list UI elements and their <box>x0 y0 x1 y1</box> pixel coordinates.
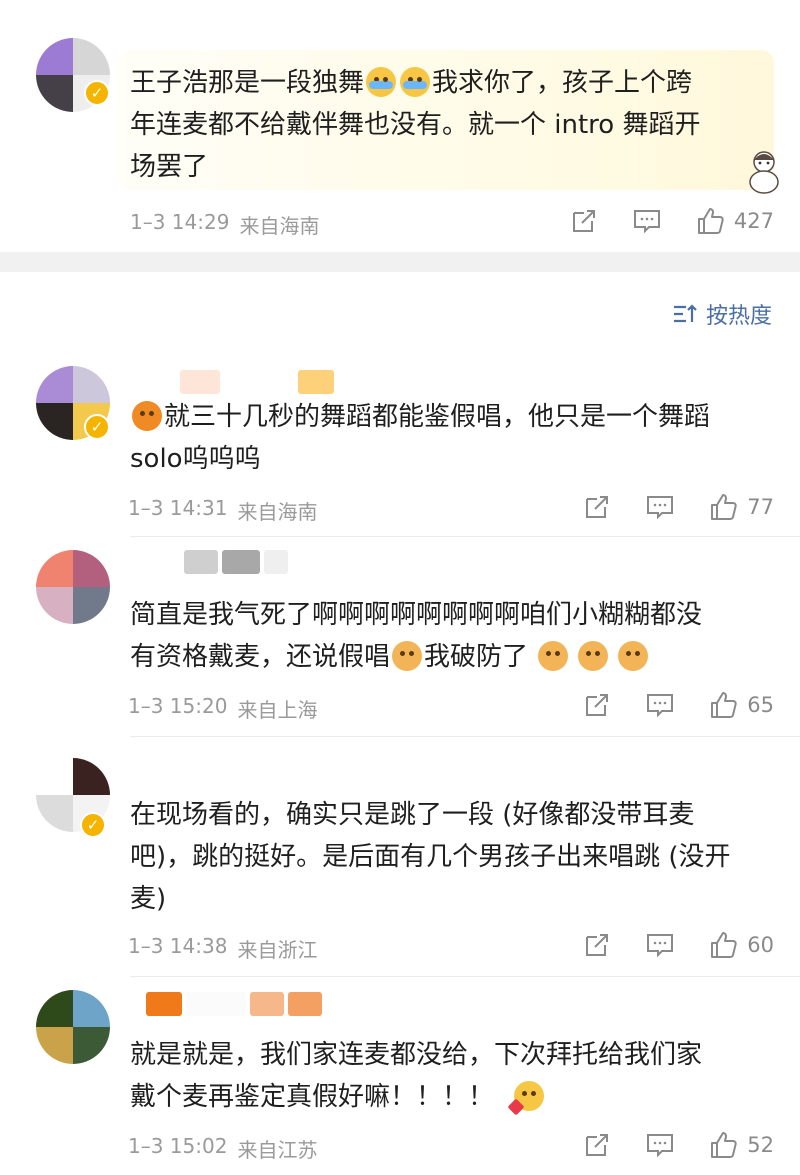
decorative-sticker-icon <box>749 151 779 194</box>
comment-time: 1–3 14:31 <box>128 496 228 520</box>
comment-text: 简直是我气死了啊啊啊啊啊啊啊啊咱们小糊糊都没 有资格戴麦，还说假唱 我破防了 <box>130 600 703 672</box>
comment-actions: 60 <box>583 930 774 960</box>
comment-location: 来自海南 <box>237 500 318 524</box>
like-count: 60 <box>747 933 774 957</box>
verified-badge: ✓ <box>80 812 106 838</box>
emoji-dog-cry-icon <box>618 641 649 671</box>
comment-time: 1–3 14:29 <box>130 210 230 234</box>
like-button[interactable]: 60 <box>709 930 774 960</box>
sort-icon <box>673 304 697 323</box>
like-button[interactable]: 52 <box>709 1130 774 1160</box>
like-count: 52 <box>747 1133 774 1157</box>
username-blurred[interactable] <box>180 370 334 394</box>
divider <box>130 976 800 977</box>
divider <box>130 536 800 537</box>
like-icon <box>711 932 737 958</box>
comment-location: 来自江苏 <box>237 1138 318 1162</box>
comment-icon[interactable] <box>645 1131 675 1159</box>
comment-actions: 427 <box>570 206 774 236</box>
like-icon <box>711 494 737 520</box>
comment-icon[interactable] <box>632 207 662 235</box>
comment-actions: 52 <box>583 1130 774 1160</box>
username-blurred[interactable] <box>146 992 322 1016</box>
comment-location: 来自海南 <box>239 214 320 238</box>
like-button[interactable]: 77 <box>709 492 774 522</box>
comment-actions: 77 <box>583 492 774 522</box>
comment-text: 在现场看的，确实只是跳了一段 (好像都没带耳麦 吧)，跳的挺好。是后面有几个男孩… <box>130 800 731 914</box>
emoji-angry-icon <box>132 401 162 431</box>
emoji-dog-cry-icon <box>578 641 609 671</box>
like-count: 77 <box>747 495 774 519</box>
comment-text: 就三十几秒的舞蹈都能鉴假唱，他只是一个舞蹈 solo呜呜呜 <box>130 401 711 474</box>
avatar[interactable] <box>36 990 110 1064</box>
comment-meta: 1–3 14:31 来自海南 <box>128 496 317 525</box>
like-icon <box>697 208 724 234</box>
section-separator <box>0 252 800 272</box>
like-count: 427 <box>733 209 774 233</box>
comment-item: ✓ 就三十几秒的舞蹈都能鉴假唱，他只是一个舞蹈 solo呜呜呜 1–3 14:3… <box>0 366 800 537</box>
comment-actions: 65 <box>583 690 774 720</box>
comment-icon[interactable] <box>645 691 675 719</box>
comment-meta: 1–3 14:38 来自浙江 <box>128 934 317 963</box>
verified-badge: ✓ <box>84 80 110 106</box>
comment-icon[interactable] <box>645 493 675 521</box>
like-count: 65 <box>747 693 774 717</box>
comment-location: 来自上海 <box>237 698 318 722</box>
comment-time: 1–3 15:20 <box>128 694 228 718</box>
sort-toggle[interactable]: 按热度 <box>672 298 772 330</box>
comment-meta: 1–3 15:20 来自上海 <box>128 694 317 723</box>
comment-text: 就是就是，我们家连麦都没给，下次拜托给我们家 戴个麦再鉴定真假好嘛！！！！ <box>130 1034 780 1118</box>
comment-text: 王子浩那是一段独舞 我求你了，孩子上个跨 年连麦都不给戴伴舞也没有。就一个 int… <box>130 67 701 182</box>
share-icon[interactable] <box>583 931 611 959</box>
sort-label: 按热度 <box>705 304 772 329</box>
share-icon[interactable] <box>570 207 598 235</box>
comment-meta: 1–3 15:02 来自江苏 <box>128 1134 317 1163</box>
comment-item: 就是就是，我们家连麦都没给，下次拜托给我们家 戴个麦再鉴定真假好嘛！！！！ 1–… <box>0 990 800 1175</box>
like-icon <box>711 692 737 718</box>
share-icon[interactable] <box>583 691 611 719</box>
comment-meta: 1–3 14:29 来自海南 <box>130 210 319 239</box>
divider <box>130 736 800 737</box>
emoji-heart-icon <box>507 1081 545 1116</box>
share-icon[interactable] <box>583 493 611 521</box>
avatar[interactable] <box>36 550 110 624</box>
comment-icon[interactable] <box>645 931 675 959</box>
comment-time: 1–3 14:38 <box>128 934 228 958</box>
share-icon[interactable] <box>583 1131 611 1159</box>
emoji-dog-cry-icon <box>392 641 423 671</box>
verified-badge: ✓ <box>84 414 110 440</box>
emoji-laugh-cry-icon <box>366 67 397 97</box>
like-button[interactable]: 65 <box>709 690 774 720</box>
like-button[interactable]: 427 <box>696 206 774 236</box>
comment-item: ✓ 在现场看的，确实只是跳了一段 (好像都没带耳麦 吧)，跳的挺好。是后面有几个… <box>0 756 800 977</box>
comment-time: 1–3 15:02 <box>128 1134 228 1158</box>
comment-item: 简直是我气死了啊啊啊啊啊啊啊啊咱们小糊糊都没 有资格戴麦，还说假唱 我破防了 1–… <box>0 548 800 737</box>
like-icon <box>711 1132 737 1158</box>
emoji-laugh-cry-icon <box>400 67 431 97</box>
username-blurred[interactable] <box>184 550 288 574</box>
pinned-comment: ✓ 王子浩那是一段独舞 我求你了，孩子上个跨 年连麦都不给戴伴舞也没有。就一个 i… <box>0 0 800 252</box>
comment-location: 来自浙江 <box>237 938 318 962</box>
emoji-dog-cry-icon <box>538 641 569 671</box>
